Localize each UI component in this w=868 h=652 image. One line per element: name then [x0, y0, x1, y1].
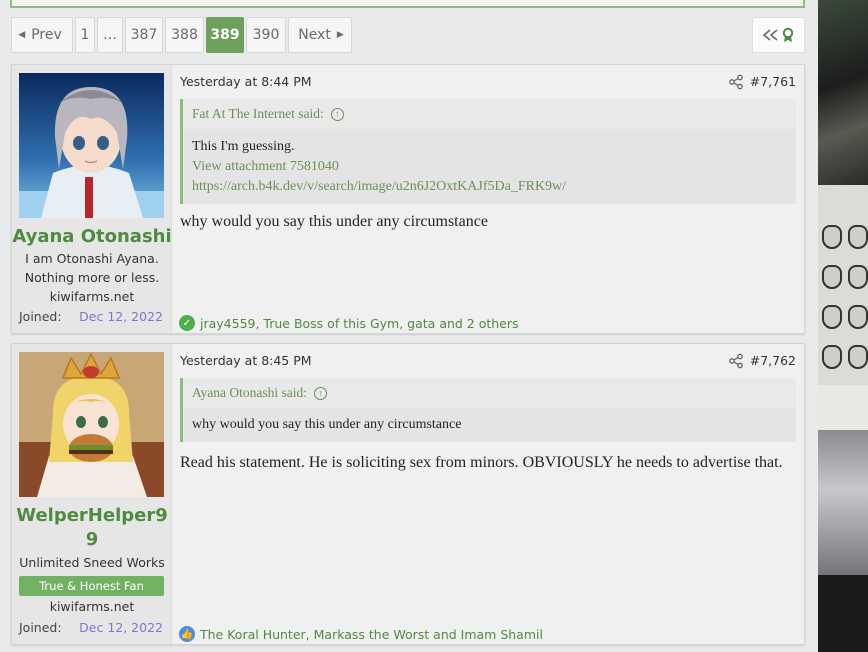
- reaction-users[interactable]: The Koral Hunter, Markass the Worst and …: [200, 627, 543, 642]
- check-reaction-icon: ✓: [179, 315, 195, 331]
- thread-navigation-button[interactable]: [752, 17, 805, 53]
- user-title: I am Otonashi Ayana. Nothing more or les…: [24, 251, 160, 285]
- reactions-bar[interactable]: ✓ jray4559, True Boss of this Gym, gata …: [179, 314, 519, 332]
- user-info: WelperHelper9 9 Unlimited Sneed Works Tr…: [12, 344, 172, 644]
- sidebar-background-art: [818, 0, 868, 652]
- external-link[interactable]: https://arch.b4k.dev/v/search/image/u2n6…: [192, 177, 790, 197]
- go-to-quote-icon[interactable]: ↑: [314, 386, 327, 400]
- page-link-current[interactable]: 389: [206, 17, 244, 53]
- go-to-quote-icon[interactable]: ↑: [330, 107, 344, 121]
- user-info: Ayana Otonashi I am Otonashi Ayana. Noth…: [12, 65, 172, 333]
- post-body: why would you say this under any circums…: [180, 213, 488, 230]
- quote-block: Ayana Otonashi said: ↑ why would you say …: [180, 378, 796, 442]
- post-date[interactable]: Yesterday at 8:45 PM: [180, 353, 312, 368]
- joined-date: Dec 12, 2022: [79, 620, 163, 635]
- username[interactable]: WelperHelper9 9: [12, 504, 172, 552]
- page-link-388[interactable]: 388: [165, 17, 204, 53]
- reaction-users[interactable]: jray4559, True Boss of this Gym, gata an…: [200, 316, 519, 331]
- avatar[interactable]: [19, 73, 164, 218]
- share-icon[interactable]: [728, 74, 744, 90]
- like-reaction-icon: 👍: [179, 626, 195, 642]
- message-content: Yesterday at 8:44 PM #7,761 Fat At The I…: [172, 65, 804, 333]
- quote-author[interactable]: Ayana Otonashi said: ↑: [183, 378, 796, 408]
- avatar[interactable]: [19, 352, 164, 497]
- joined-date: Dec 12, 2022: [79, 309, 163, 324]
- quote-content: why would you say this under any circums…: [192, 417, 462, 432]
- joined-label: Joined:: [19, 620, 62, 635]
- user-site: kiwifarms.net: [49, 289, 135, 304]
- next-label: Next: [298, 27, 331, 43]
- user-site: kiwifarms.net: [49, 599, 135, 614]
- rewind-icon: [763, 29, 778, 41]
- message-content: Yesterday at 8:45 PM #7,762 Ayana Otonas…: [172, 344, 804, 644]
- quote-author[interactable]: Fat At The Internet said: ↑: [183, 99, 796, 129]
- pagination: ◀ Prev 1 … 387 388 389 390 Next ▶: [11, 17, 354, 53]
- quote-content: This I'm guessing. View attachment 75810…: [192, 137, 790, 197]
- next-page-button[interactable]: Next ▶: [288, 17, 352, 53]
- page-link-387[interactable]: 387: [125, 17, 163, 53]
- post-number[interactable]: #7,761: [750, 74, 796, 89]
- caret-left-icon: ◀: [18, 30, 26, 40]
- caret-right-icon: ▶: [336, 30, 344, 40]
- award-icon: [782, 27, 794, 42]
- attachment-link[interactable]: View attachment 7581040: [192, 157, 790, 177]
- quote-block: Fat At The Internet said: ↑ This I'm gues…: [180, 99, 796, 204]
- prev-page-button[interactable]: ◀ Prev: [11, 17, 73, 53]
- prev-label: Prev: [31, 27, 62, 43]
- username[interactable]: Ayana Otonashi: [12, 225, 172, 249]
- post-body: Read his statement. He is soliciting sex…: [180, 454, 783, 471]
- post-date[interactable]: Yesterday at 8:44 PM: [180, 74, 312, 89]
- page-link-1[interactable]: 1: [75, 17, 95, 53]
- reactions-bar[interactable]: 👍 The Koral Hunter, Markass the Worst an…: [179, 625, 543, 643]
- user-title: Unlimited Sneed Works: [19, 555, 165, 570]
- joined-label: Joined:: [19, 309, 62, 324]
- post: Ayana Otonashi I am Otonashi Ayana. Noth…: [11, 64, 805, 334]
- share-icon[interactable]: [728, 353, 744, 369]
- post: WelperHelper9 9 Unlimited Sneed Works Tr…: [11, 343, 805, 645]
- previous-block-edge: [10, 0, 805, 8]
- user-banner: True & Honest Fan: [19, 576, 164, 596]
- page-link-390[interactable]: 390: [246, 17, 286, 53]
- post-number[interactable]: #7,762: [750, 353, 796, 368]
- page-jump-ellipsis[interactable]: …: [97, 17, 123, 53]
